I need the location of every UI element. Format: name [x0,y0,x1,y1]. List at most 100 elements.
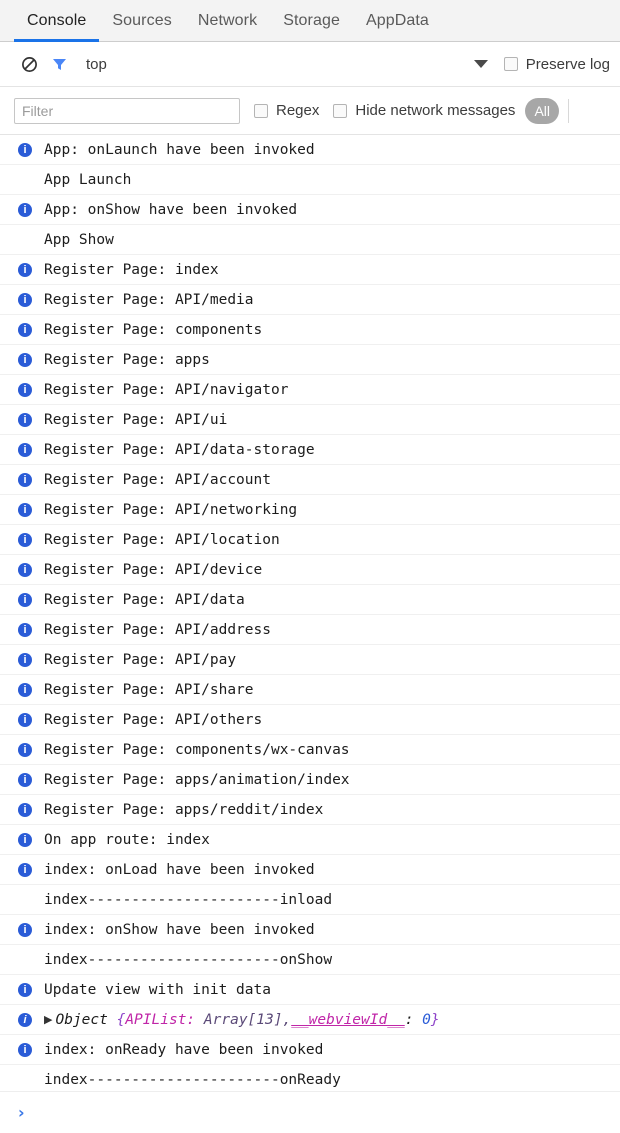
console-message-row[interactable]: i Register Page: components/wx-canvas [0,735,620,765]
console-message-row[interactable]: i Register Page: API/others [0,705,620,735]
object-colon: : [404,1011,414,1028]
info-icon: i [18,682,32,697]
console-message-text: Register Page: API/location [44,531,280,548]
clear-console-button[interactable] [14,49,44,79]
prompt-chevron-icon: › [18,1103,25,1122]
console-message-row[interactable]: index----------------------inload [0,885,620,915]
tab-label: Network [197,11,258,29]
console-message-row[interactable]: i Register Page: index [0,255,620,285]
info-icon: i [18,922,32,937]
console-message-row[interactable]: i On app route: index [0,825,620,855]
tab-label: Storage [283,11,340,29]
info-icon: i [18,292,32,307]
console-message-row[interactable]: App Show [0,225,620,255]
console-message-row[interactable]: i index: onShow have been invoked [0,915,620,945]
console-prompt-input[interactable] [32,1104,620,1121]
console-message-row[interactable]: i Register Page: API/account [0,465,620,495]
console-message-row[interactable]: i Register Page: API/share [0,675,620,705]
preserve-log-label[interactable]: Preserve log [526,56,610,73]
console-message-row[interactable]: i Register Page: API/pay [0,645,620,675]
console-message-text: index----------------------onShow [44,951,333,968]
console-toolbar: top Preserve log [0,42,620,87]
console-message-row[interactable]: i Register Page: apps/animation/index [0,765,620,795]
tab-network[interactable]: Network [185,0,270,41]
tab-sources[interactable]: Sources [99,0,184,41]
console-message-row[interactable]: i Register Page: API/networking [0,495,620,525]
filter-input[interactable] [14,97,240,124]
console-message-text: index: onLoad have been invoked [44,861,315,878]
info-icon: i [18,982,32,997]
devtools-tab-strip: Console Sources Network Storage AppData [0,0,620,42]
info-icon: i [18,772,32,787]
console-message-text: Register Page: API/device [44,561,263,578]
console-message-text: Register Page: apps/animation/index [44,771,350,788]
info-icon: i [18,1012,32,1027]
console-message-text: App: onShow have been invoked [44,201,298,218]
tab-storage[interactable]: Storage [270,0,353,41]
console-message-row[interactable]: i Register Page: API/location [0,525,620,555]
info-icon: i [18,352,32,367]
console-message-text: Register Page: API/data [44,591,245,608]
console-message-row[interactable]: i App: onShow have been invoked [0,195,620,225]
preserve-log-checkbox[interactable] [503,57,518,71]
console-message-row[interactable]: i Register Page: API/navigator [0,375,620,405]
console-message-text: index----------------------inload [44,891,333,908]
clear-console-icon [21,56,37,72]
console-message-row[interactable]: i index: onReady have been invoked [0,1035,620,1065]
filter-funnel-icon [52,58,66,70]
info-icon: i [18,142,32,157]
console-message-row[interactable]: i Register Page: API/data-storage [0,435,620,465]
hide-network-option: Hide network messages [333,102,515,119]
console-message-row[interactable]: i Register Page: apps/reddit/index [0,795,620,825]
console-message-row[interactable]: i Register Page: API/ui [0,405,620,435]
triangle-right-icon[interactable]: ▶ [44,1013,52,1026]
log-level-all-button[interactable]: All [525,97,559,124]
console-message-text: Register Page: API/address [44,621,271,638]
console-message-row[interactable]: i Register Page: API/address [0,615,620,645]
hide-network-messages-checkbox[interactable] [333,103,348,118]
console-message-row[interactable]: index----------------------onShow [0,945,620,975]
console-message-text: Register Page: API/pay [44,651,237,668]
info-icon: i [18,322,32,337]
console-filter-bar: Regex Hide network messages All [0,87,620,135]
console-message-text: App: onLaunch have been invoked [44,141,315,158]
console-message-row[interactable]: i Register Page: API/media [0,285,620,315]
devtools-console-panel: Console Sources Network Storage AppData [0,0,620,1133]
tab-label: Sources [112,11,172,29]
info-icon: i [18,202,32,217]
regex-label[interactable]: Regex [276,102,319,119]
console-message-text: Register Page: API/account [44,471,271,488]
console-message-row[interactable]: i index: onLoad have been invoked [0,855,620,885]
console-message-row[interactable]: i Register Page: apps [0,345,620,375]
hide-network-messages-label[interactable]: Hide network messages [355,102,515,119]
console-message-row[interactable]: i Register Page: API/device [0,555,620,585]
info-icon: i [18,502,32,517]
console-message-text: Register Page: API/media [44,291,254,308]
object-label: Object [55,1011,108,1028]
console-message-text: Register Page: apps [44,351,210,368]
console-message-text: Register Page: components [44,321,263,338]
info-icon: i [18,712,32,727]
console-message-row[interactable]: i Register Page: API/data [0,585,620,615]
toolbar-divider [568,98,569,123]
console-message-row[interactable]: App Launch [0,165,620,195]
console-message-row[interactable]: i Update view with init data [0,975,620,1005]
info-icon: i [18,652,32,667]
info-icon: i [18,1042,32,1057]
object-open-brace: { [107,1011,126,1028]
tab-appdata[interactable]: AppData [353,0,442,41]
filter-button[interactable] [44,49,74,79]
console-message-row[interactable]: i App: onLaunch have been invoked [0,135,620,165]
console-message-list[interactable]: i App: onLaunch have been invoked App Laun… [0,135,620,1091]
console-message-row[interactable]: index----------------------onReady [0,1065,620,1091]
console-message-row[interactable]: i Register Page: components [0,315,620,345]
object-value-array: Array[13], [195,1011,292,1028]
tab-console[interactable]: Console [14,0,100,42]
chevron-down-icon[interactable] [473,60,488,68]
console-prompt-row[interactable]: › [0,1091,620,1133]
info-icon: i [18,802,32,817]
execution-context-label[interactable]: top [86,56,107,73]
regex-checkbox[interactable] [254,103,268,118]
tab-label: Console [27,11,87,29]
console-object-row[interactable]: i ▶ Object {APIList: Array[13], __webviewId… [0,1005,620,1035]
